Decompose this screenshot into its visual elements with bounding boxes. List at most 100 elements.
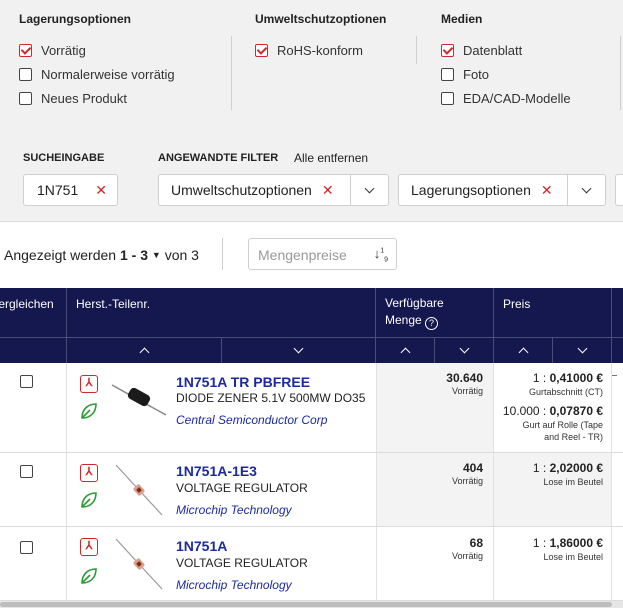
compare-checkbox[interactable]	[20, 375, 33, 388]
sort-desc-button[interactable]	[553, 338, 612, 363]
divider	[222, 238, 223, 270]
price-value: 0,07870 €	[549, 404, 603, 418]
compare-checkbox[interactable]	[20, 465, 33, 478]
price-break: 1 : 2,02000 €	[533, 461, 603, 475]
option-label: Foto	[463, 66, 490, 82]
checkbox[interactable]	[19, 91, 32, 105]
applied-filter-chip-partial[interactable]	[615, 174, 623, 206]
compare-checkbox[interactable]	[20, 541, 33, 554]
header-compare: Vergleichen	[0, 288, 67, 337]
sort-numeric-icon[interactable]: ↓19	[374, 246, 388, 264]
option-label: Neues Produkt	[41, 90, 127, 106]
filter-group-title: Lagerungsoptionen	[19, 12, 131, 26]
divider	[231, 36, 232, 110]
sort-desc-button[interactable]	[222, 338, 376, 363]
sort-desc-button[interactable]	[435, 338, 494, 363]
horizontal-scrollbar[interactable]	[0, 601, 623, 608]
manufacturer-link[interactable]: Microchip Technology	[176, 503, 292, 517]
compare-cell	[0, 363, 67, 452]
checkbox-checked[interactable]	[441, 43, 454, 57]
filter-group-environment: Umweltschutzoptionen RoHS-konform	[255, 12, 386, 62]
info-icon[interactable]: ?	[425, 317, 439, 330]
checkbox-checked[interactable]	[255, 43, 268, 57]
part-number-link[interactable]: 1N751A TR PBFREE	[176, 374, 310, 390]
table-row[interactable]: ⅄ 1N751A-1E3 VOLTAGE REGULATOR Microchip…	[0, 453, 623, 527]
sort-asc-button[interactable]	[67, 338, 222, 363]
price-break: 10.000 : 0,07870 €	[503, 404, 603, 418]
option-new-product[interactable]: Neues Produkt	[19, 86, 175, 110]
packaging-label: Gurt auf Rolle (Tape and Reel - TR)	[503, 419, 603, 443]
option-label: EDA/CAD-Modelle	[463, 90, 571, 106]
option-label: Normalerweise vorrätig	[41, 66, 175, 82]
caret-down-icon: ▼	[151, 250, 161, 260]
results-count: Angezeigt werden 1 - 3 ▼ von 3	[4, 247, 199, 263]
checkbox[interactable]	[19, 67, 32, 81]
part-description: VOLTAGE REGULATOR	[176, 481, 308, 495]
qty-available: 68	[469, 536, 483, 550]
quantity-price-input[interactable]: Mengenpreise ↓19	[248, 238, 397, 270]
range-value: 1 - 3	[119, 247, 148, 263]
rohs-leaf-icon	[81, 492, 97, 508]
results-range[interactable]: 1 - 3 ▼	[120, 247, 161, 263]
datasheet-pdf-icon[interactable]: ⅄	[80, 538, 98, 556]
sort-row	[0, 337, 623, 363]
option-normally-stocked[interactable]: Normalerweise vorrätig	[19, 62, 175, 86]
price-cell: 1 : 2,02000 € Lose im Beutel	[494, 453, 612, 526]
chevron-down-icon	[581, 183, 592, 193]
checkbox[interactable]	[441, 91, 454, 105]
datasheet-pdf-icon[interactable]: ⅄	[80, 464, 98, 482]
scrollbar-thumb[interactable]	[0, 602, 612, 607]
remove-all-link[interactable]: Alle entfernen	[294, 151, 368, 165]
qty-available: 404	[462, 461, 483, 475]
sort-asc-button[interactable]	[376, 338, 435, 363]
datasheet-pdf-icon[interactable]: ⅄	[80, 375, 98, 393]
option-in-stock[interactable]: Vorrätig	[19, 38, 175, 62]
chip-dropdown-button[interactable]	[567, 175, 605, 205]
remove-search-icon[interactable]: ✕	[95, 182, 107, 199]
remove-filter-icon[interactable]: ✕	[322, 182, 334, 199]
price-qty: 1 :	[532, 371, 550, 385]
qty-status: Vorrätig	[451, 386, 483, 396]
qty-cell: 68 Vorrätig	[376, 527, 494, 600]
manufacturer-link[interactable]: Microchip Technology	[176, 578, 292, 592]
option-photo[interactable]: Foto	[441, 62, 571, 86]
filter-group-storage: Lagerungsoptionen Vorrätig Normalerweise…	[19, 12, 175, 110]
chip-label: Lagerungsoptionen	[411, 182, 531, 198]
price-qty: 1 :	[532, 461, 550, 475]
product-image[interactable]	[110, 461, 168, 519]
packaging-line: and Reel - TR)	[544, 432, 603, 442]
results-total: von 3	[164, 247, 199, 263]
qty-status: Vorrätig	[451, 551, 483, 561]
option-datasheet[interactable]: Datenblatt	[441, 38, 571, 62]
checkbox[interactable]	[441, 67, 454, 81]
option-rohs[interactable]: RoHS-konform	[255, 38, 386, 62]
sort-asc-button[interactable]	[494, 338, 553, 363]
part-number-link[interactable]: 1N751A-1E3	[176, 463, 257, 479]
product-image[interactable]	[110, 535, 168, 593]
header-partial	[612, 288, 623, 337]
manufacturer-link[interactable]: Central Semiconductor Corp	[176, 413, 327, 427]
applied-filter-chip-storage: Lagerungsoptionen ✕	[398, 174, 606, 206]
packaging-label: Lose im Beutel	[543, 552, 603, 562]
search-term: 1N751	[37, 182, 79, 198]
price-break: 1 : 1,86000 €	[533, 536, 603, 550]
part-number-link[interactable]: 1N751A	[176, 538, 227, 554]
product-image[interactable]	[110, 371, 168, 429]
qty-status: Vorrätig	[451, 476, 483, 486]
header-label: Vergleichen	[0, 297, 54, 311]
table-row[interactable]: ⅄ 1N751A VOLTAGE REGULATOR Microchip Tec…	[0, 527, 623, 601]
quantity-price-placeholder: Mengenpreise	[258, 247, 347, 263]
chevron-down-icon	[577, 343, 587, 354]
option-label: Datenblatt	[463, 42, 523, 58]
header-available-qty: Verfügbare Menge ?	[376, 288, 494, 337]
table-row[interactable]: ⅄ 1N751A TR PBFREE DIODE ZENER 5.1V 500M…	[0, 363, 623, 453]
remove-filter-icon[interactable]: ✕	[541, 182, 553, 199]
filter-group-media: Medien Datenblatt Foto EDA/CAD-Modelle	[441, 12, 571, 110]
search-term-chip: 1N751 ✕	[23, 174, 118, 206]
option-eda-cad[interactable]: EDA/CAD-Modelle	[441, 86, 571, 110]
chip-dropdown-button[interactable]	[350, 175, 388, 205]
qty-cell: 30.640 Vorrätig	[376, 363, 494, 452]
checkbox-checked[interactable]	[19, 43, 32, 57]
header-label: Herst.-Teilenr.	[76, 297, 151, 311]
rohs-leaf-icon	[81, 568, 97, 584]
